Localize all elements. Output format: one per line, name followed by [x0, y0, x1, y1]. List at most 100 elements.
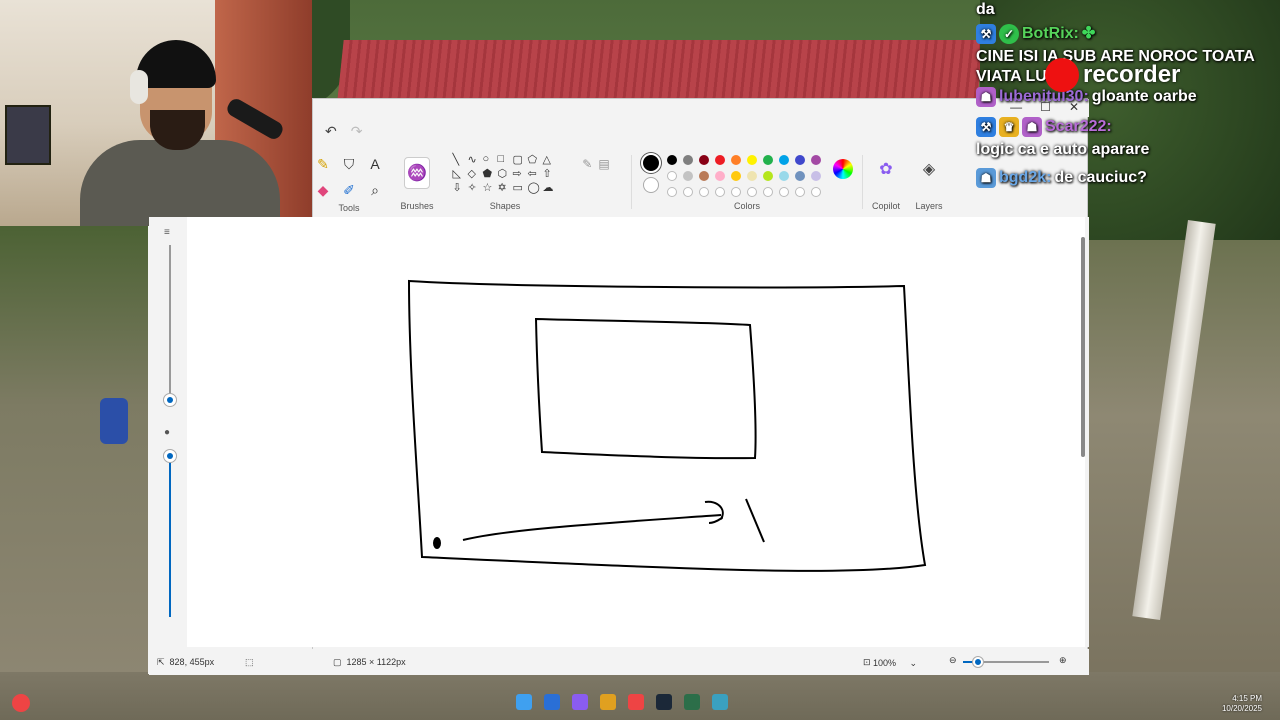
color-swatch[interactable]: [795, 171, 805, 181]
curve-shape-icon[interactable]: ∿: [468, 153, 483, 166]
color-swatch[interactable]: [779, 155, 789, 165]
star5-shape-icon[interactable]: ☆: [483, 181, 498, 194]
opacity-slider-thumb[interactable]: [163, 449, 177, 463]
size-icon: ≡: [164, 227, 170, 238]
star4-shape-icon[interactable]: ✧: [468, 181, 483, 194]
line-shape-icon[interactable]: ╲: [453, 153, 468, 166]
pentagon-shape-icon[interactable]: ⬟: [483, 167, 498, 180]
recorder-text: recorder: [1083, 61, 1181, 88]
diamond-shape-icon[interactable]: ◇: [468, 167, 483, 180]
streamer-headphone: [130, 70, 148, 104]
zoom-slider-thumb[interactable]: [973, 657, 983, 667]
secondary-color-swatch[interactable]: [643, 177, 659, 193]
color-swatch[interactable]: [811, 171, 821, 181]
color-swatch[interactable]: [683, 155, 693, 165]
up-arrow-shape-icon[interactable]: ⇧: [543, 167, 558, 180]
down-arrow-shape-icon[interactable]: ⇩: [453, 181, 468, 194]
arrow-line-stroke: [462, 514, 722, 541]
steam-icon[interactable]: [656, 694, 672, 710]
color-swatch[interactable]: [699, 171, 709, 181]
custom-color-slot[interactable]: [763, 187, 773, 197]
color-swatch[interactable]: [811, 155, 821, 165]
star6-shape-icon[interactable]: ✡: [498, 181, 513, 194]
app-icon[interactable]: [684, 694, 700, 710]
copilot-icon[interactable]: ✿: [879, 159, 892, 179]
primary-color-swatch[interactable]: [641, 153, 661, 173]
custom-color-slot[interactable]: [667, 187, 677, 197]
pencil-icon[interactable]: ✎: [317, 156, 329, 173]
color-swatch[interactable]: [747, 171, 757, 181]
custom-color-slot[interactable]: [699, 187, 709, 197]
cursor-position: ⇱ 828, 455px: [157, 657, 214, 668]
selection-size: ⬚: [245, 657, 254, 668]
redo-icon[interactable]: ↷: [351, 123, 363, 140]
custom-color-slot[interactable]: [715, 187, 725, 197]
clock[interactable]: 4:15 PM 10/20/2025: [1222, 694, 1262, 714]
polygon-shape-icon[interactable]: ⬠: [528, 153, 543, 166]
callout-oval-shape-icon[interactable]: ◯: [528, 181, 543, 194]
color-swatch[interactable]: [795, 155, 805, 165]
eraser-icon[interactable]: ◆: [318, 182, 329, 199]
color-swatch[interactable]: [763, 171, 773, 181]
brave-browser-icon[interactable]: [628, 694, 644, 710]
shape-options-group: ✎ ▤: [561, 149, 631, 215]
oval-shape-icon[interactable]: ○: [483, 153, 498, 166]
color-swatch[interactable]: [747, 155, 757, 165]
brush-icon[interactable]: ♒: [404, 157, 430, 189]
outline-icon[interactable]: ✎: [582, 157, 592, 171]
task-view-icon[interactable]: [544, 694, 560, 710]
left-arrow-shape-icon[interactable]: ⇦: [528, 167, 543, 180]
custom-color-slot[interactable]: [667, 171, 677, 181]
edit-colors-icon[interactable]: [833, 159, 853, 179]
zoom-dropdown[interactable]: 100% ⌄: [869, 655, 921, 671]
color-swatch[interactable]: [667, 155, 677, 165]
rounded-rect-shape-icon[interactable]: ▢: [513, 153, 528, 166]
color-swatch[interactable]: [779, 171, 789, 181]
cloud-shape-icon[interactable]: ☁: [543, 181, 558, 194]
hexagon-shape-icon[interactable]: ⬡: [498, 167, 513, 180]
clock-date: 10/20/2025: [1221, 704, 1262, 713]
color-swatch[interactable]: [683, 171, 693, 181]
zoom-out-icon[interactable]: ⊖: [949, 655, 957, 666]
vertical-scrollbar[interactable]: [1081, 227, 1085, 647]
callout-rect-shape-icon[interactable]: ▭: [513, 181, 528, 194]
copilot-taskbar-icon[interactable]: [572, 694, 588, 710]
zoom-in-icon[interactable]: ⊕: [1059, 655, 1067, 666]
triangle-shape-icon[interactable]: △: [543, 153, 558, 166]
size-slider-track[interactable]: [169, 245, 171, 395]
windows-start-icon[interactable]: [516, 694, 532, 710]
file-explorer-icon[interactable]: [600, 694, 616, 710]
undo-icon[interactable]: ↶: [325, 123, 337, 140]
magnifier-icon[interactable]: ⌕: [371, 182, 379, 199]
custom-color-slot[interactable]: [747, 187, 757, 197]
custom-color-slot[interactable]: [779, 187, 789, 197]
text-icon[interactable]: A: [370, 156, 379, 172]
arrow-head-stroke: [704, 500, 724, 524]
custom-color-slot[interactable]: [795, 187, 805, 197]
webcam-overlay: [0, 0, 312, 226]
color-picker-icon[interactable]: ✐: [343, 182, 355, 199]
color-swatch[interactable]: [731, 155, 741, 165]
right-arrow-shape-icon[interactable]: ⇨: [513, 167, 528, 180]
fill-icon[interactable]: ⛉: [344, 156, 355, 173]
opacity-slider-track[interactable]: [169, 457, 171, 617]
color-swatch[interactable]: [715, 171, 725, 181]
color-swatch[interactable]: [763, 155, 773, 165]
chat-username: Scar222:: [1045, 118, 1112, 135]
custom-color-slot[interactable]: [811, 187, 821, 197]
notification-icon[interactable]: [12, 694, 30, 712]
layers-icon[interactable]: ◈: [923, 159, 935, 179]
paint-taskbar-icon[interactable]: [712, 694, 728, 710]
color-swatch[interactable]: [699, 155, 709, 165]
custom-color-slot[interactable]: [683, 187, 693, 197]
color-swatch[interactable]: [731, 171, 741, 181]
color-swatch[interactable]: [715, 155, 725, 165]
size-slider-thumb[interactable]: [163, 393, 177, 407]
rectangle-shape-icon[interactable]: □: [498, 153, 513, 166]
vertical-mark-stroke: [745, 498, 765, 543]
fill-style-icon[interactable]: ▤: [598, 157, 609, 171]
custom-color-slot[interactable]: [731, 187, 741, 197]
right-triangle-shape-icon[interactable]: ◺: [453, 167, 468, 180]
tools-group: ✎ ⛉ A ◆ ✐ ⌕ Tools: [313, 149, 385, 215]
drawing-canvas[interactable]: [187, 217, 1085, 647]
